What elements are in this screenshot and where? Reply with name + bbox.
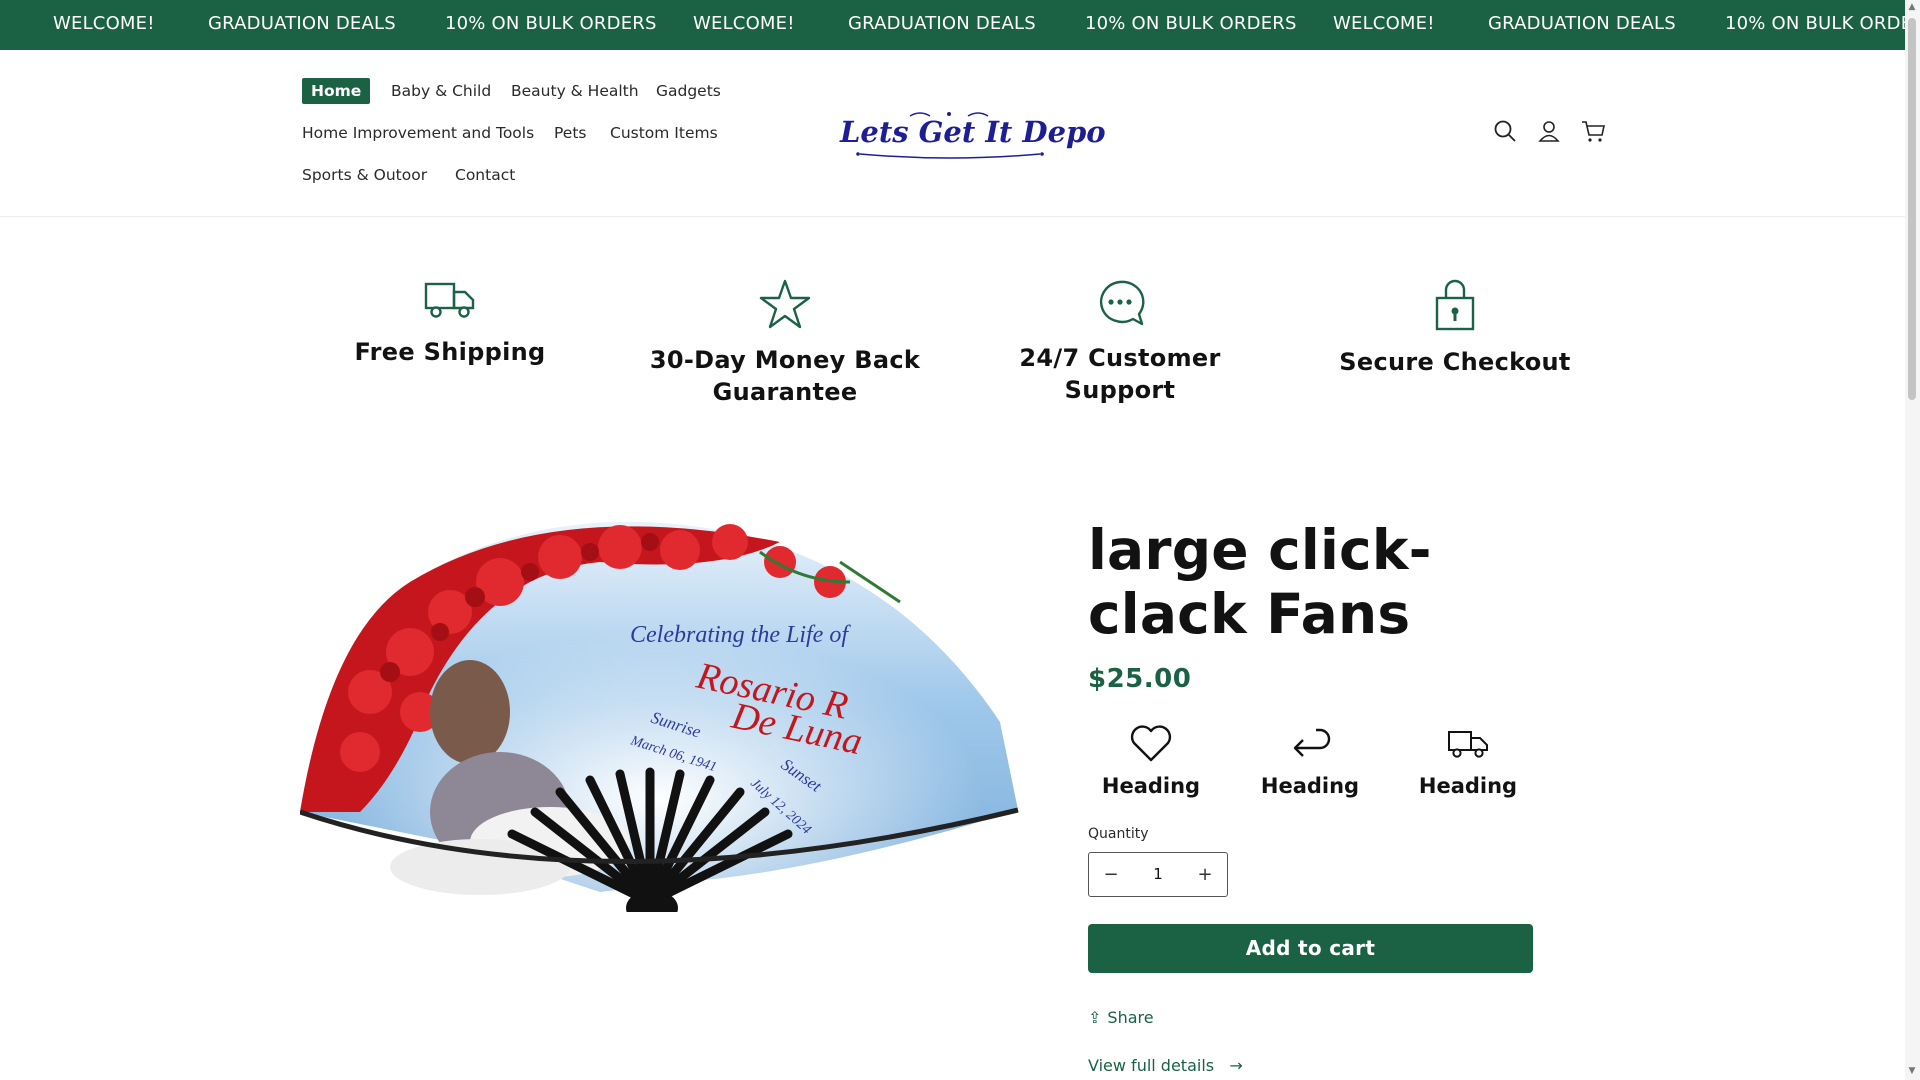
- announcement-bar: WELCOME! GRADUATION DEALS 10% ON BULK OR…: [0, 0, 1905, 50]
- logo-flourish: [856, 112, 1044, 159]
- mini-feature: Heading: [1240, 724, 1380, 798]
- product-title-line: large click-: [1088, 518, 1432, 582]
- mini-feature-title: Heading: [1101, 774, 1201, 798]
- nav-link-custom-items[interactable]: Custom Items: [610, 122, 718, 144]
- feature-title: Free Shipping: [354, 338, 546, 366]
- mini-feature-title: Heading: [1260, 774, 1360, 798]
- feature-title: Guarantee: [712, 378, 858, 406]
- product-price: $25.00: [1088, 664, 1192, 694]
- scroll-up-arrow[interactable]: ▲: [1907, 2, 1917, 12]
- heart-icon: [1130, 725, 1172, 762]
- image-text-celebrating: Celebrating the Life of: [630, 622, 851, 648]
- chat-icon: [1099, 280, 1145, 326]
- product-title-line: clack Fans: [1088, 582, 1411, 646]
- store-logo[interactable]: Lets Get It Depo: [840, 110, 1106, 160]
- nav-link-pets[interactable]: Pets: [554, 122, 586, 144]
- return-arrow-icon: [1293, 728, 1331, 757]
- quantity-increase-button[interactable]: +: [1183, 853, 1227, 896]
- mini-feature-title: Heading: [1418, 774, 1518, 798]
- announcement-item[interactable]: 10% ON BULK ORDERS: [1085, 0, 1297, 50]
- feature-money-back: 30-Day Money Back Guarantee: [635, 278, 935, 408]
- announcement-item[interactable]: WELCOME!: [693, 0, 795, 50]
- star-icon: [759, 279, 811, 329]
- add-to-cart-button[interactable]: Add to cart: [1088, 924, 1533, 973]
- quantity-decrease-button[interactable]: −: [1089, 853, 1133, 896]
- announcement-item[interactable]: WELCOME!: [1333, 0, 1435, 50]
- share-label: Share: [1107, 1008, 1154, 1027]
- feature-title: 30-Day Money Back: [649, 346, 921, 374]
- truck-icon: [424, 282, 475, 318]
- view-full-details-link[interactable]: View full details →: [1088, 1056, 1243, 1075]
- feature-title: Secure Checkout: [1339, 348, 1571, 376]
- share-icon: ⇪: [1088, 1008, 1102, 1027]
- view-full-details-label: View full details: [1088, 1056, 1215, 1075]
- account-icon[interactable]: [1536, 118, 1562, 144]
- quantity-stepper: − 1 +: [1088, 852, 1228, 897]
- announcement-item[interactable]: GRADUATION DEALS: [848, 0, 1036, 50]
- product-image[interactable]: Celebrating the Life of Rosario R De Lun…: [299, 512, 1020, 926]
- product-title: large click- clack Fans: [1088, 518, 1508, 646]
- lock-icon: [1435, 279, 1475, 331]
- search-icon[interactable]: [1492, 118, 1518, 144]
- feature-title: Support: [1064, 376, 1176, 404]
- mini-feature: Heading: [1398, 724, 1538, 798]
- site-header: Home Baby & Child Beauty & Health Gadget…: [0, 50, 1905, 217]
- scroll-down-arrow[interactable]: ▼: [1907, 1066, 1917, 1076]
- announcement-item[interactable]: WELCOME!: [53, 0, 155, 50]
- quantity-input[interactable]: 1: [1133, 853, 1183, 896]
- announcement-item[interactable]: 10% ON BULK ORDERS: [1725, 0, 1905, 50]
- feature-customer-support: 24/7 Customer Support: [970, 278, 1270, 406]
- arrow-right-icon: →: [1219, 1056, 1243, 1075]
- feature-free-shipping: Free Shipping: [300, 278, 600, 368]
- feature-title: 24/7 Customer: [1019, 344, 1221, 372]
- nav-link-home-improvement[interactable]: Home Improvement and Tools: [302, 122, 534, 144]
- mini-feature: Heading: [1081, 724, 1221, 798]
- feature-secure-checkout: Secure Checkout: [1305, 278, 1605, 378]
- truck-icon: [1448, 731, 1488, 758]
- nav-link-sports-outdoor[interactable]: Sports & Outoor: [302, 164, 427, 186]
- announcement-item[interactable]: GRADUATION DEALS: [208, 0, 396, 50]
- nav-link-beauty-health[interactable]: Beauty & Health: [511, 80, 639, 102]
- announcement-item[interactable]: GRADUATION DEALS: [1488, 0, 1676, 50]
- announcement-item[interactable]: 10% ON BULK ORDERS: [445, 0, 657, 50]
- share-button[interactable]: ⇪ Share: [1088, 1008, 1154, 1027]
- nav-link-baby-child[interactable]: Baby & Child: [391, 80, 491, 102]
- scrollbar-thumb[interactable]: [1908, 18, 1916, 400]
- nav-link-home[interactable]: Home: [302, 78, 371, 104]
- quantity-label: Quantity: [1088, 826, 1149, 842]
- nav-link-gadgets[interactable]: Gadgets: [656, 80, 721, 102]
- nav-link-contact[interactable]: Contact: [455, 164, 515, 186]
- cart-icon[interactable]: [1580, 118, 1606, 144]
